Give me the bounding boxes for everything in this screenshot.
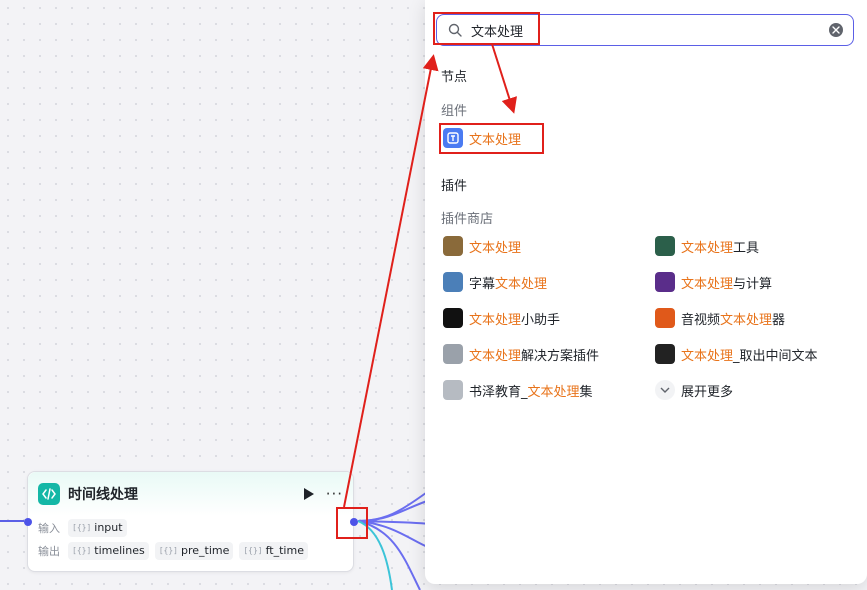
input-label: 输入 — [38, 521, 60, 535]
plugin-item[interactable]: 文本处理与计算 — [655, 271, 772, 293]
plugin-item[interactable]: 文本处理解决方案插件 — [443, 343, 599, 365]
input-tag-text: input — [94, 521, 123, 534]
expand-more-label: 展开更多 — [681, 384, 734, 400]
clear-icon[interactable] — [829, 23, 843, 37]
plugin-item-text-post: _取出中间文本 — [733, 348, 818, 364]
plugin-item[interactable]: 文本处理 — [443, 235, 521, 257]
component-item-text-processing[interactable]: 文本处理 — [443, 127, 521, 149]
play-icon[interactable] — [302, 487, 316, 501]
section-plugins: 插件 — [441, 179, 468, 194]
text-tool-plugin-icon — [655, 236, 675, 256]
output-port[interactable] — [350, 518, 358, 526]
wire-out-6 — [357, 520, 393, 590]
array-icon: [{}] — [72, 546, 92, 555]
subtitle-plugin-icon — [443, 272, 463, 292]
text-processing-component-icon — [443, 128, 463, 148]
plugin-item-text-post: 解决方案插件 — [521, 348, 600, 364]
plugin-item[interactable]: 文本处理小助手 — [443, 307, 560, 329]
subsection-components: 组件 — [441, 104, 468, 119]
input-port[interactable] — [24, 518, 32, 526]
plugin-item[interactable]: 音视频文本处理器 — [655, 307, 785, 329]
output-tag-text: pre_time — [180, 544, 230, 557]
plugin-item-text-post: 工具 — [733, 240, 760, 256]
subsection-plugin-store: 插件商店 — [441, 212, 494, 227]
wire-out-5 — [357, 520, 421, 590]
plugin-item-text-pre: 音视频 — [681, 312, 721, 328]
output-tag-text: ft_time — [265, 544, 304, 557]
more-icon[interactable]: ··· — [326, 486, 343, 502]
node-search-panel: 节点 组件 文本处理 插件 插件商店 文本处理文本处理工具字幕文本处理文本处理与… — [425, 0, 867, 584]
array-icon: [{}] — [243, 546, 263, 555]
output-tag: [{}] ft_time — [239, 541, 308, 560]
plugin-item-text-post: 与计算 — [733, 276, 773, 292]
plugin-item-text-post: 器 — [772, 312, 786, 328]
plugin-item-text-hl: 文本处理 — [469, 240, 522, 256]
plugin-item-label: 文本处理_取出中间文本 — [681, 345, 818, 364]
plugin-item-text-pre: 字幕 — [469, 276, 496, 292]
plugin-item-label: 文本处理 — [469, 237, 521, 256]
search-box[interactable] — [436, 14, 854, 46]
plugin-item-text-hl: 文本处理 — [495, 276, 548, 292]
output-tag-text: timelines — [94, 544, 145, 557]
plugin-item-text-hl: 文本处理 — [681, 348, 734, 364]
plugin-item-text-hl: 文本处理 — [681, 276, 734, 292]
output-label: 输出 — [38, 544, 60, 558]
search-icon — [447, 22, 463, 38]
plugin-item-text-pre: 书泽教育_ — [469, 384, 528, 400]
array-icon: [{}] — [72, 523, 92, 532]
text-calc-plugin-icon — [655, 272, 675, 292]
input-tag: [{}] input — [68, 518, 127, 537]
plugin-item[interactable]: 文本处理工具 — [655, 235, 759, 257]
plugin-item-text-post: 小助手 — [521, 312, 561, 328]
code-icon — [38, 483, 60, 505]
chevron-down-icon — [655, 380, 675, 400]
timeline-node[interactable]: 时间线处理 ··· 输入 [{}] input 输出 [{}] timelines … — [24, 471, 358, 572]
search-input[interactable] — [471, 22, 829, 38]
plugin-item-text-hl: 文本处理 — [527, 384, 580, 400]
av-plugin-icon — [655, 308, 675, 328]
plugin-item-text-hl: 文本处理 — [681, 240, 734, 256]
plugin-item-label: 文本处理解决方案插件 — [469, 345, 599, 364]
output-tag: [{}] pre_time — [154, 541, 234, 560]
expand-more-button[interactable]: 展开更多 — [655, 379, 733, 401]
plugin-item[interactable]: 字幕文本处理 — [443, 271, 547, 293]
assistant-plugin-icon — [443, 308, 463, 328]
plugin-item-text-hl: 文本处理 — [720, 312, 773, 328]
output-tag: [{}] timelines — [68, 541, 149, 560]
plugin-item-text-post: 集 — [579, 384, 593, 400]
plugin-item-label: 文本处理小助手 — [469, 309, 560, 328]
plugin-item-label: 字幕文本处理 — [469, 273, 547, 292]
array-icon: [{}] — [158, 546, 178, 555]
education-plugin-icon — [443, 380, 463, 400]
plugin-item-text-hl: 文本处理 — [469, 312, 522, 328]
plugin-item[interactable]: 文本处理_取出中间文本 — [655, 343, 818, 365]
text-processing-plugin-icon — [443, 236, 463, 256]
node-header: 时间线处理 ··· — [28, 472, 353, 516]
plugin-item-label: 文本处理工具 — [681, 237, 759, 256]
plugin-item-text-hl: 文本处理 — [469, 348, 522, 364]
solution-plugin-icon — [443, 344, 463, 364]
wire-out-2 — [357, 499, 431, 522]
node-title: 时间线处理 — [68, 487, 138, 503]
section-nodes: 节点 — [441, 70, 468, 85]
node-inputs: 输入 [{}] input — [28, 516, 353, 539]
plugin-item-label: 文本处理与计算 — [681, 273, 772, 292]
plugin-item-label: 音视频文本处理器 — [681, 309, 785, 328]
plugin-item-label: 书泽教育_文本处理集 — [469, 381, 593, 400]
extract-plugin-icon — [655, 344, 675, 364]
plugin-item[interactable]: 书泽教育_文本处理集 — [443, 379, 593, 401]
node-outputs: 输出 [{}] timelines [{}] pre_time [{}] ft_tim… — [28, 539, 353, 562]
component-item-label: 文本处理 — [469, 132, 522, 148]
wire-out-1 — [357, 489, 431, 522]
